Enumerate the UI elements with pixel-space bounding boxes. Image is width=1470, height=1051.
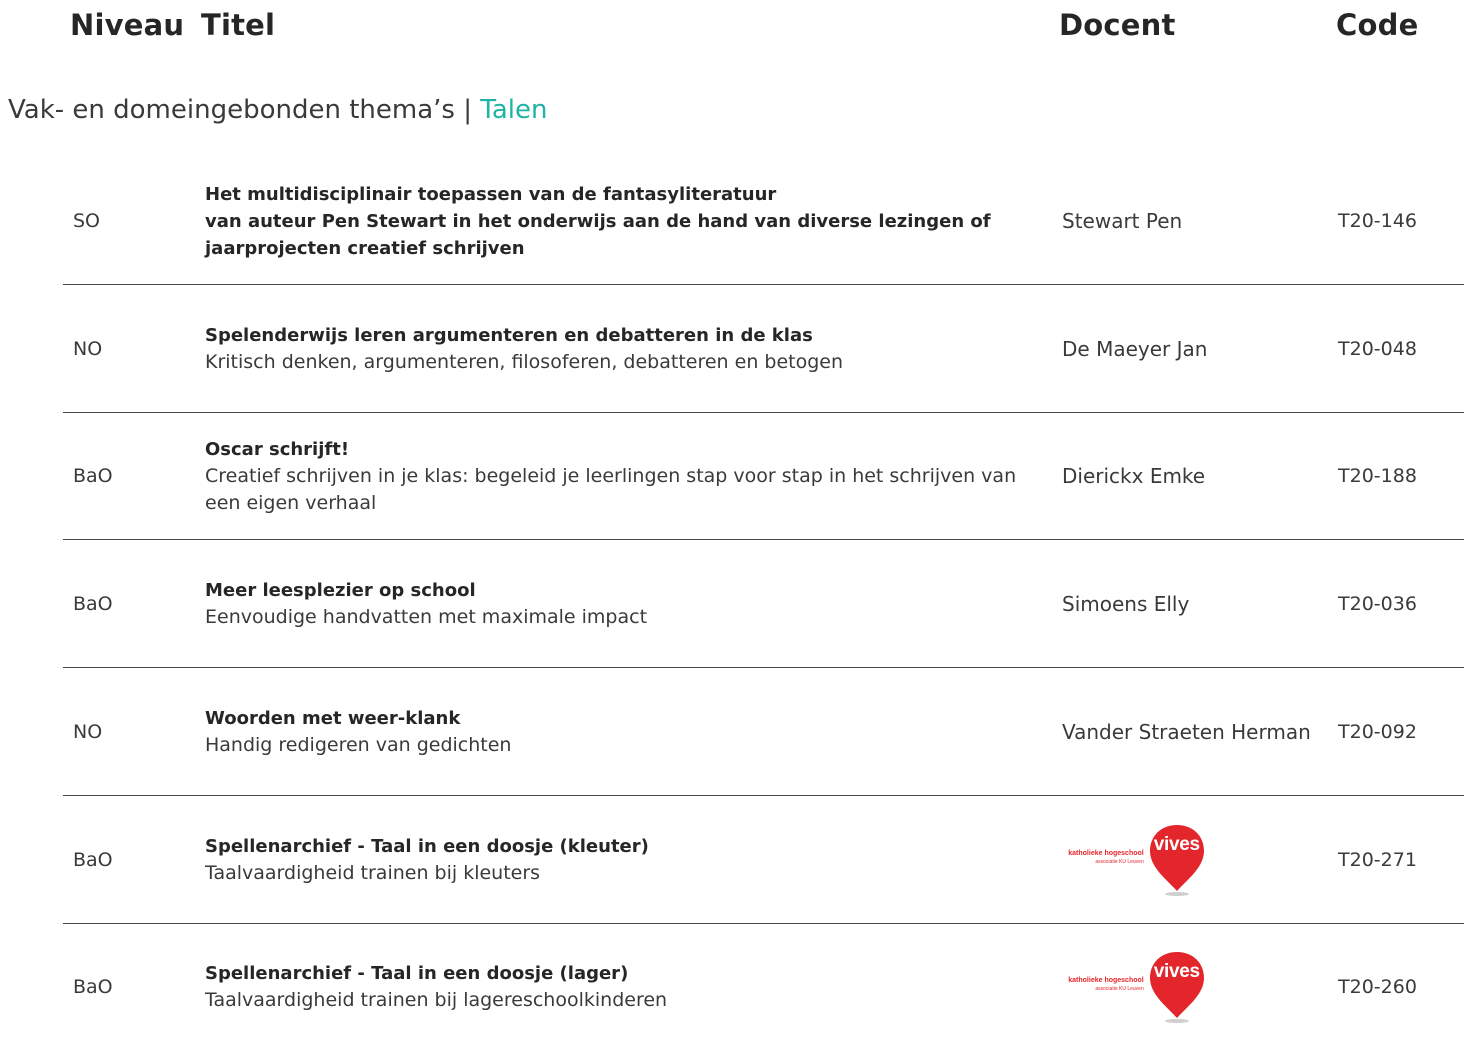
row-title-cell: Woorden met weer-klank Handig redigeren v…	[205, 669, 1050, 795]
row-subtitle: Kritisch denken, argumenteren, filosofer…	[205, 350, 844, 373]
row-code: T20-048	[1338, 337, 1417, 360]
table-row: BaO Spellenarchief - Taal in een doosje (…	[0, 924, 1470, 1051]
logo-line-1: katholieke hogeschool	[1068, 849, 1144, 857]
row-title: Spellenarchief - Taal in een doosje (kle…	[205, 835, 649, 857]
table-row: SO Het multidisciplinair toepassen van de…	[0, 158, 1470, 285]
row-code: T20-260	[1338, 976, 1417, 999]
row-level: NO	[73, 720, 103, 743]
logo-line-2: associatie KU Leuven	[1095, 986, 1144, 993]
row-title: van auteur Pen Stewart in het onderwijs …	[205, 210, 991, 232]
row-code: T20-188	[1338, 465, 1417, 488]
header-teacher: Docent	[1059, 8, 1176, 42]
header-title: Titel	[201, 8, 276, 42]
row-title-cell: Het multidisciplinair toepassen van de f…	[205, 158, 1050, 284]
row-subtitle: Taalvaardigheid trainen bij kleuters	[205, 861, 541, 884]
header-level: Niveau	[70, 8, 185, 42]
table-row: BaO Spellenarchief - Taal in een doosje (…	[0, 797, 1470, 924]
row-title: jaarprojecten creatief schrijven	[205, 237, 525, 259]
row-title-cell: Spelenderwijs leren argumenteren en deba…	[205, 286, 1050, 412]
section-title-accent: Talen	[480, 95, 548, 125]
row-level: BaO	[73, 593, 113, 616]
row-title: Oscar schrijft!	[205, 438, 350, 460]
section-title-prefix: Vak- en domeingebonden thema’s |	[8, 95, 481, 125]
table-header: Niveau Titel Docent Code	[0, 0, 1470, 60]
logo-text: katholieke hogeschool associatie KU Leuve…	[1068, 977, 1143, 993]
row-teacher-logo: katholieke hogeschool associatie KU Leuve…	[1062, 797, 1324, 923]
logo-word: vives	[1153, 961, 1200, 983]
map-pin-icon: vives	[1148, 823, 1206, 897]
row-teacher: De Maeyer Jan	[1062, 336, 1208, 361]
row-title: Het multidisciplinair toepassen van de f…	[205, 183, 777, 205]
row-teacher: Vander Straeten Herman	[1062, 719, 1311, 744]
row-code: T20-036	[1338, 593, 1417, 616]
row-title: Spellenarchief - Taal in een doosje (lag…	[205, 963, 629, 985]
row-teacher: Stewart Pen	[1062, 209, 1183, 233]
row-title-cell: Spellenarchief - Taal in een doosje (kle…	[205, 797, 1050, 923]
row-title-cell: Spellenarchief - Taal in een doosje (lag…	[205, 924, 1050, 1050]
row-teacher: Dierickx Emke	[1062, 464, 1206, 489]
table-row: BaO Oscar schrijft! Creatief schrijven in …	[0, 413, 1470, 541]
row-title: Spelenderwijs leren argumenteren en deba…	[205, 324, 813, 346]
vives-logo: katholieke hogeschool associatie KU Leuve…	[1062, 815, 1212, 905]
row-teacher: Simoens Elly	[1062, 592, 1190, 617]
vives-logo: katholieke hogeschool associatie KU Leuve…	[1062, 942, 1212, 1032]
row-subtitle: Taalvaardigheid trainen bij lagereschool…	[205, 989, 668, 1012]
row-teacher-logo: katholieke hogeschool associatie KU Leuve…	[1062, 924, 1324, 1050]
row-title-cell: Meer leesplezier op school Eenvoudige han…	[205, 541, 1050, 667]
header-code: Code	[1336, 8, 1419, 42]
logo-text: katholieke hogeschool associatie KU Leuve…	[1068, 850, 1143, 866]
row-level: NO	[73, 337, 103, 360]
logo-word: vives	[1153, 833, 1200, 855]
row-subtitle: Eenvoudige handvatten met maximale impac…	[205, 606, 648, 629]
row-subtitle: Handig redigeren van gedichten	[205, 733, 512, 756]
map-pin-icon: vives	[1148, 950, 1206, 1024]
table-row: NO Woorden met weer-klank Handig redigeren…	[0, 669, 1470, 796]
row-level: BaO	[73, 465, 113, 488]
pin-shadow	[1164, 1019, 1189, 1024]
row-level: BaO	[73, 976, 113, 999]
row-subtitle: Creatief schrijven in je klas: begeleid …	[205, 464, 1017, 514]
pin-shadow	[1164, 891, 1189, 896]
row-title: Woorden met weer-klank	[205, 707, 461, 729]
table-row: BaO Meer leesplezier op school Eenvoudige …	[0, 541, 1470, 669]
row-level: SO	[73, 210, 101, 232]
row-code: T20-092	[1338, 720, 1417, 743]
row-title: Meer leesplezier op school	[205, 580, 476, 602]
logo-line-2: associatie KU Leuven	[1095, 858, 1144, 865]
table-row: NO Spelenderwijs leren argumenteren en de…	[0, 286, 1470, 413]
row-title-cell: Oscar schrijft! Creatief schrijven in je …	[205, 413, 1050, 539]
row-level: BaO	[73, 848, 113, 871]
row-code: T20-146	[1338, 210, 1417, 232]
row-code: T20-271	[1338, 848, 1417, 871]
section-title: Vak- en domeingebonden thema’s | Talen	[8, 95, 547, 125]
logo-line-1: katholieke hogeschool	[1068, 977, 1144, 985]
